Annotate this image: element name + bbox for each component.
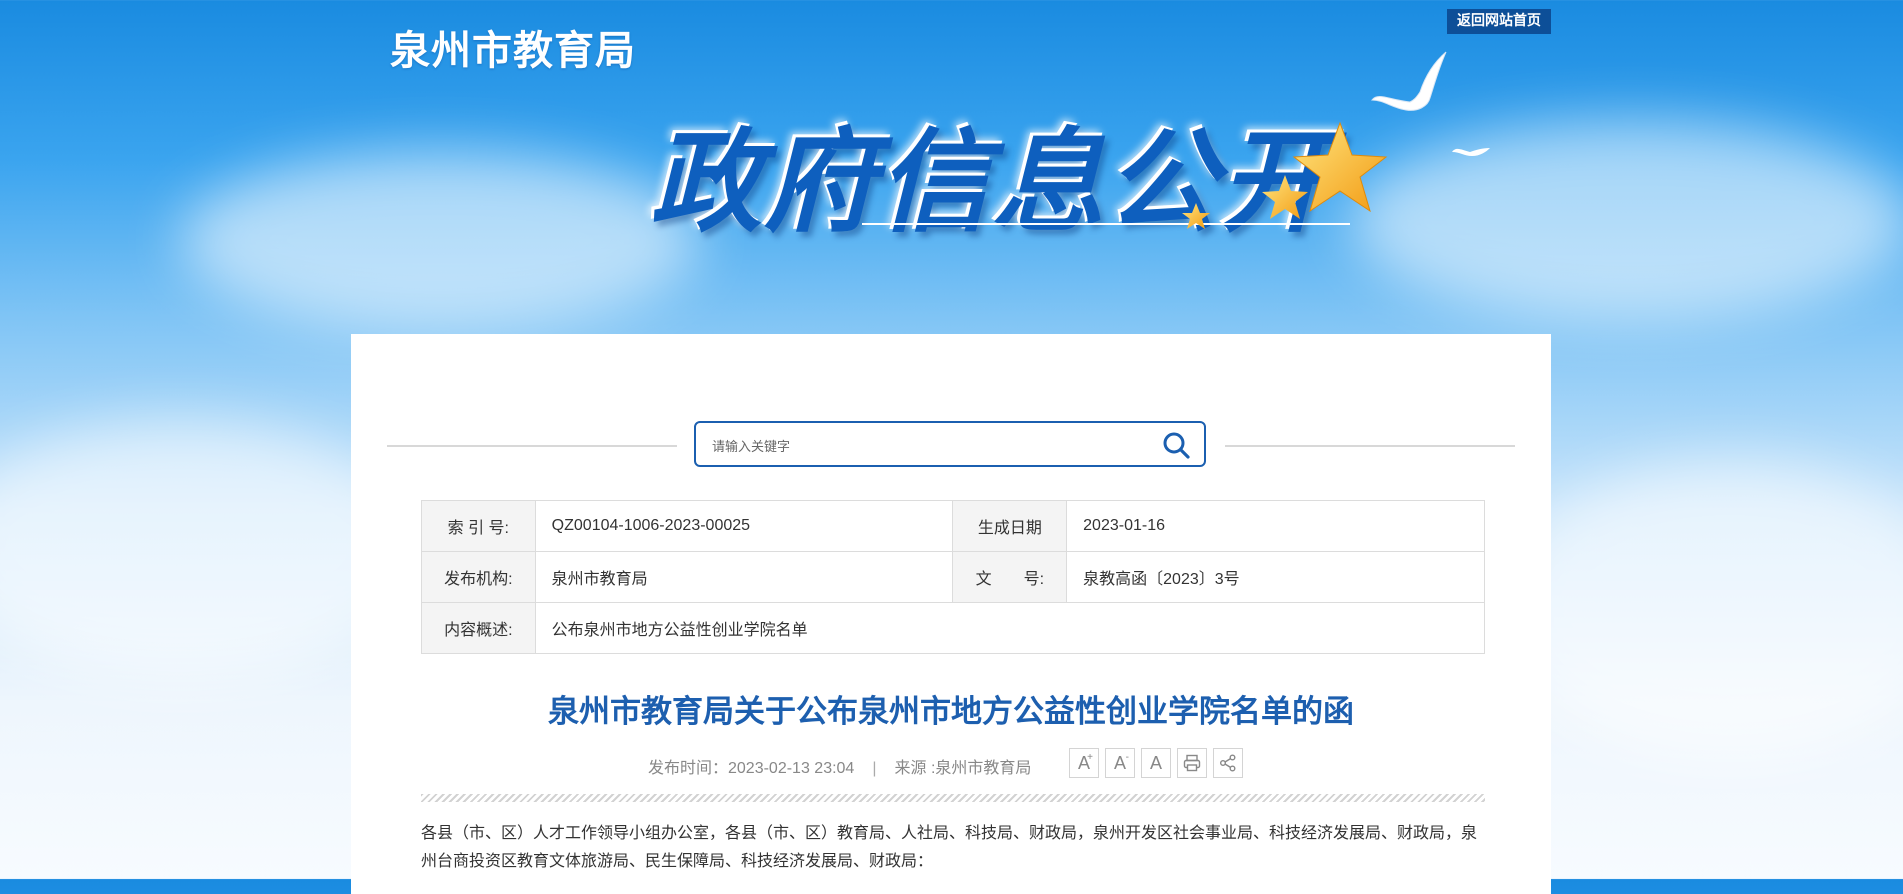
info-table: 索 引 号: QZ00104-1006-2023-00025 生成日期 2023…: [421, 500, 1486, 654]
summary-label: 内容概述:: [421, 602, 536, 654]
font-reset-button[interactable]: A: [1141, 748, 1171, 778]
share-button[interactable]: [1213, 748, 1243, 778]
org-label: 发布机构:: [421, 551, 536, 603]
print-button[interactable]: [1177, 748, 1207, 778]
search-icon[interactable]: [1162, 431, 1190, 459]
summary-value: 公布泉州市地方公益性创业学院名单: [534, 602, 1486, 654]
divider: [387, 445, 677, 447]
divider: [1225, 445, 1515, 447]
share-icon: [1220, 754, 1236, 772]
table-row: 发布机构: 泉州市教育局 文 号: 泉教高函〔2023〕3号: [421, 551, 1485, 603]
font-decrease-button[interactable]: A-: [1105, 748, 1135, 778]
doc-number-value: 泉教高函〔2023〕3号: [1066, 551, 1485, 603]
publish-info: 发布时间：2023-02-13 23:04 | 来源 :泉州市教育局: [648, 754, 1031, 778]
info-separator: |: [872, 760, 877, 777]
table-row: 内容概述: 公布泉州市地方公益性创业学院名单: [421, 602, 1486, 654]
content-card: 索 引 号: QZ00104-1006-2023-00025 生成日期 2023…: [351, 334, 1551, 894]
date-value: 2023-01-16: [1066, 500, 1485, 552]
plus-mark: +: [1087, 752, 1093, 763]
hatched-divider: [421, 794, 1485, 802]
org-value: 泉州市教育局: [534, 551, 954, 603]
site-name: 泉州市教育局: [390, 28, 636, 74]
article-title: 泉州市教育局关于公布泉州市地方公益性创业学院名单的函: [548, 694, 1354, 730]
index-value: QZ00104-1006-2023-00025: [534, 500, 954, 552]
home-button[interactable]: 返回网站首页: [1447, 9, 1551, 34]
article-toolbar: A + A- A: [1069, 748, 1243, 778]
printer-icon: [1183, 754, 1201, 772]
search-input[interactable]: [710, 433, 1134, 459]
font-increase-button[interactable]: A +: [1069, 748, 1099, 778]
article-source: 来源 :泉州市教育局: [894, 760, 1032, 777]
date-label: 生成日期: [952, 500, 1068, 552]
font-reset-label: A: [1149, 752, 1162, 773]
index-label: 索 引 号:: [421, 500, 536, 552]
publish-time: 发布时间：2023-02-13 23:04: [648, 760, 855, 777]
article-body: 各县（市、区）人才工作领导小组办公室，各县（市、区）教育局、人社局、科技局、财政…: [421, 825, 1478, 870]
doc-number-label: 文 号:: [952, 551, 1068, 603]
cloud-decoration: [1500, 460, 1903, 760]
cloud-decoration: [180, 150, 700, 330]
font-decrease-label: A: [1113, 752, 1126, 773]
search-box: [694, 421, 1206, 467]
star-icon: [1182, 121, 1388, 229]
table-row: 索 引 号: QZ00104-1006-2023-00025 生成日期 2023…: [421, 500, 1485, 552]
minus-mark: -: [1125, 752, 1129, 763]
